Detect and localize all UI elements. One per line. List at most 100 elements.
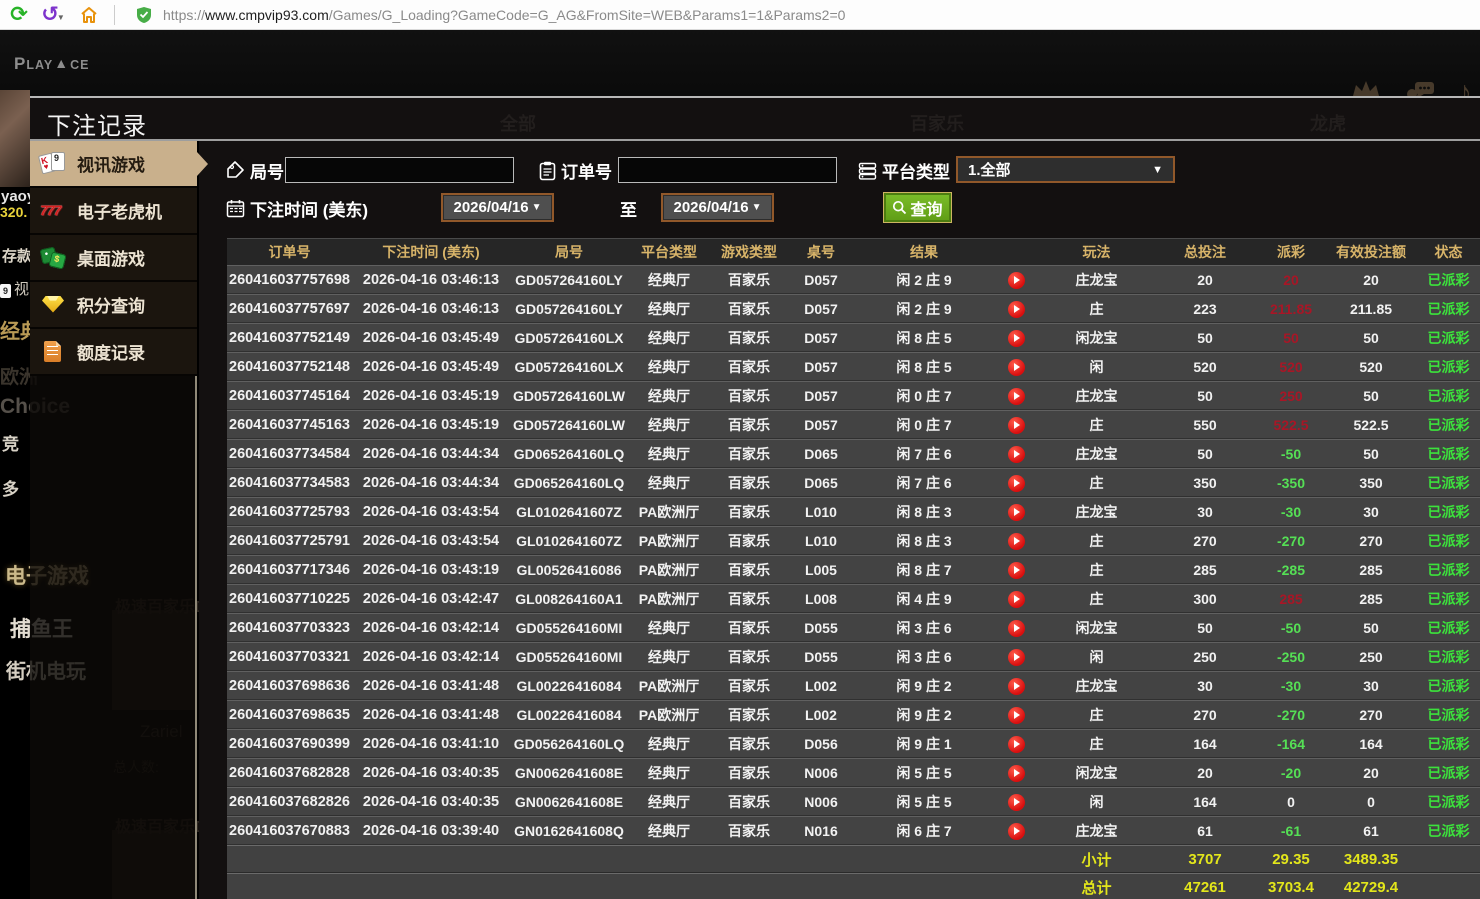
cell-valid: 270 bbox=[1359, 707, 1383, 723]
cell-valid: 285 bbox=[1359, 562, 1383, 578]
play-video-icon[interactable] bbox=[1007, 329, 1025, 347]
play-video-icon[interactable] bbox=[1007, 503, 1025, 521]
page-title: 下注记录 bbox=[47, 113, 147, 140]
table-row: 260416037703323 2026-04-16 03:42:14 GD05… bbox=[227, 613, 1480, 642]
cell-playtype: 闲 bbox=[1089, 794, 1104, 810]
cell-table: D065 bbox=[804, 446, 838, 462]
cell-platform: PA欧洲厅 bbox=[638, 533, 700, 549]
play-video-icon[interactable] bbox=[1007, 271, 1025, 289]
cell-result: 闲 0 庄 7 bbox=[896, 388, 952, 404]
cell-time: 2026-04-16 03:42:14 bbox=[362, 649, 500, 665]
cell-time: 2026-04-16 03:44:34 bbox=[362, 475, 500, 491]
cell-payout: 50 bbox=[1283, 330, 1299, 346]
date-from-select[interactable]: 2026/04/16 ▼ bbox=[441, 193, 554, 222]
cell-round: GL00526416086 bbox=[516, 562, 622, 578]
play-video-icon[interactable] bbox=[1007, 706, 1025, 724]
cell-payout: 522.5 bbox=[1273, 417, 1309, 433]
play-video-icon[interactable] bbox=[1007, 764, 1025, 782]
cell-playtype: 庄龙宝 bbox=[1075, 504, 1118, 520]
sidebar-item-points-query[interactable]: 积分查询 bbox=[30, 282, 197, 329]
col-platform: 平台类型 bbox=[641, 244, 697, 260]
status-badge: 已派彩 bbox=[1427, 736, 1470, 752]
table-row: 260416037710225 2026-04-16 03:42:47 GL00… bbox=[227, 584, 1480, 613]
col-valid: 有效投注额 bbox=[1336, 244, 1406, 260]
calendar-icon bbox=[226, 200, 245, 218]
cell-bet: 164 bbox=[1193, 794, 1217, 810]
sidebar-item-slots[interactable]: 777 电子老虎机 bbox=[30, 188, 197, 235]
cell-round: GL00226416084 bbox=[516, 678, 622, 694]
cell-platform: PA欧洲厅 bbox=[638, 562, 700, 578]
cell-result: 闲 0 庄 7 bbox=[896, 417, 952, 433]
cell-game: 百家乐 bbox=[728, 359, 770, 375]
cell-round: GD056264160LQ bbox=[513, 736, 625, 752]
play-video-icon[interactable] bbox=[1007, 387, 1025, 405]
url-host: www.cmpvip93.com bbox=[205, 6, 329, 23]
cell-game: 百家乐 bbox=[728, 649, 770, 665]
cell-result: 闲 9 庄 1 bbox=[896, 736, 952, 752]
cell-bet: 223 bbox=[1193, 301, 1217, 317]
cell-time: 2026-04-16 03:45:19 bbox=[362, 388, 500, 404]
play-video-icon[interactable] bbox=[1007, 445, 1025, 463]
cell-valid: 50 bbox=[1363, 620, 1379, 636]
query-button[interactable]: 查询 bbox=[883, 192, 952, 223]
play-video-icon[interactable] bbox=[1007, 793, 1025, 811]
home-icon[interactable] bbox=[78, 4, 100, 26]
sidebar-item-video-games[interactable]: 视讯游戏 bbox=[30, 141, 208, 188]
play-video-icon[interactable] bbox=[1007, 735, 1025, 753]
play-video-icon[interactable] bbox=[1007, 677, 1025, 695]
cell-game: 百家乐 bbox=[728, 417, 770, 433]
play-video-icon[interactable] bbox=[1007, 822, 1025, 840]
cell-payout: -30 bbox=[1280, 678, 1302, 694]
cell-result: 闲 3 庄 6 bbox=[896, 620, 952, 636]
play-video-icon[interactable] bbox=[1007, 358, 1025, 376]
cell-table: L008 bbox=[805, 591, 837, 607]
undo-icon[interactable]: ↺ ▼ bbox=[41, 4, 65, 26]
round-number-input[interactable] bbox=[285, 157, 514, 183]
cell-table: N006 bbox=[804, 794, 838, 810]
cell-game: 百家乐 bbox=[728, 591, 770, 607]
round-number-label: 局号 bbox=[226, 158, 284, 183]
ghost-tab-baccarat: 百家乐 bbox=[910, 114, 964, 134]
col-time: 下注时间 (美东) bbox=[382, 244, 480, 260]
platform-type-select[interactable]: 1.全部 ▼ bbox=[956, 156, 1175, 183]
cell-payout: -285 bbox=[1276, 562, 1306, 578]
table-row: 260416037752148 2026-04-16 03:45:49 GD05… bbox=[227, 352, 1480, 381]
play-video-icon[interactable] bbox=[1007, 619, 1025, 637]
play-video-icon[interactable] bbox=[1007, 561, 1025, 579]
cell-time: 2026-04-16 03:43:54 bbox=[362, 533, 500, 549]
cell-order: 260416037752148 bbox=[229, 359, 350, 375]
playace-logo[interactable]: P LAY ▲ CE bbox=[14, 54, 89, 74]
status-badge: 已派彩 bbox=[1427, 330, 1470, 346]
slot-777-icon: 777 bbox=[40, 201, 61, 218]
play-video-icon[interactable] bbox=[1007, 474, 1025, 492]
play-video-icon[interactable] bbox=[1007, 532, 1025, 550]
table-header-row: 订单号 下注时间 (美东) 局号 平台类型 游戏类型 桌号 结果 玩法 总投注 … bbox=[227, 238, 1480, 265]
secure-shield-icon[interactable] bbox=[133, 4, 155, 26]
cell-time: 2026-04-16 03:46:13 bbox=[362, 272, 500, 288]
date-to-select[interactable]: 2026/04/16 ▼ bbox=[661, 193, 774, 222]
play-video-icon[interactable] bbox=[1007, 416, 1025, 434]
play-video-icon[interactable] bbox=[1007, 648, 1025, 666]
cell-result: 闲 8 庄 5 bbox=[896, 359, 952, 375]
reload-icon[interactable]: ⟳ bbox=[8, 4, 30, 26]
cell-result: 闲 4 庄 9 bbox=[896, 591, 952, 607]
play-video-icon[interactable] bbox=[1007, 300, 1025, 318]
subtotal-payout: 29.35 bbox=[1272, 851, 1310, 868]
order-number-input[interactable] bbox=[618, 157, 837, 183]
background-race: 竞 bbox=[2, 435, 19, 454]
url-field[interactable]: https://www.cmpvip93.com/Games/G_Loading… bbox=[163, 7, 845, 23]
cell-platform: PA欧洲厅 bbox=[638, 678, 700, 694]
status-badge: 已派彩 bbox=[1427, 562, 1470, 578]
col-bet: 总投注 bbox=[1184, 244, 1226, 260]
col-status: 状态 bbox=[1434, 244, 1463, 260]
cell-order: 260416037725791 bbox=[229, 533, 350, 549]
status-badge: 已派彩 bbox=[1427, 417, 1470, 433]
cell-time: 2026-04-16 03:41:48 bbox=[362, 707, 500, 723]
play-video-icon[interactable] bbox=[1007, 590, 1025, 608]
cell-playtype: 庄 bbox=[1089, 475, 1104, 491]
sidebar-item-table-games[interactable]: 桌面游戏 bbox=[30, 235, 197, 282]
cell-payout: -270 bbox=[1276, 533, 1306, 549]
cell-result: 闲 7 庄 6 bbox=[896, 446, 952, 462]
sidebar-item-quota-records[interactable]: 额度记录 bbox=[30, 329, 197, 376]
cell-valid: 270 bbox=[1359, 533, 1383, 549]
